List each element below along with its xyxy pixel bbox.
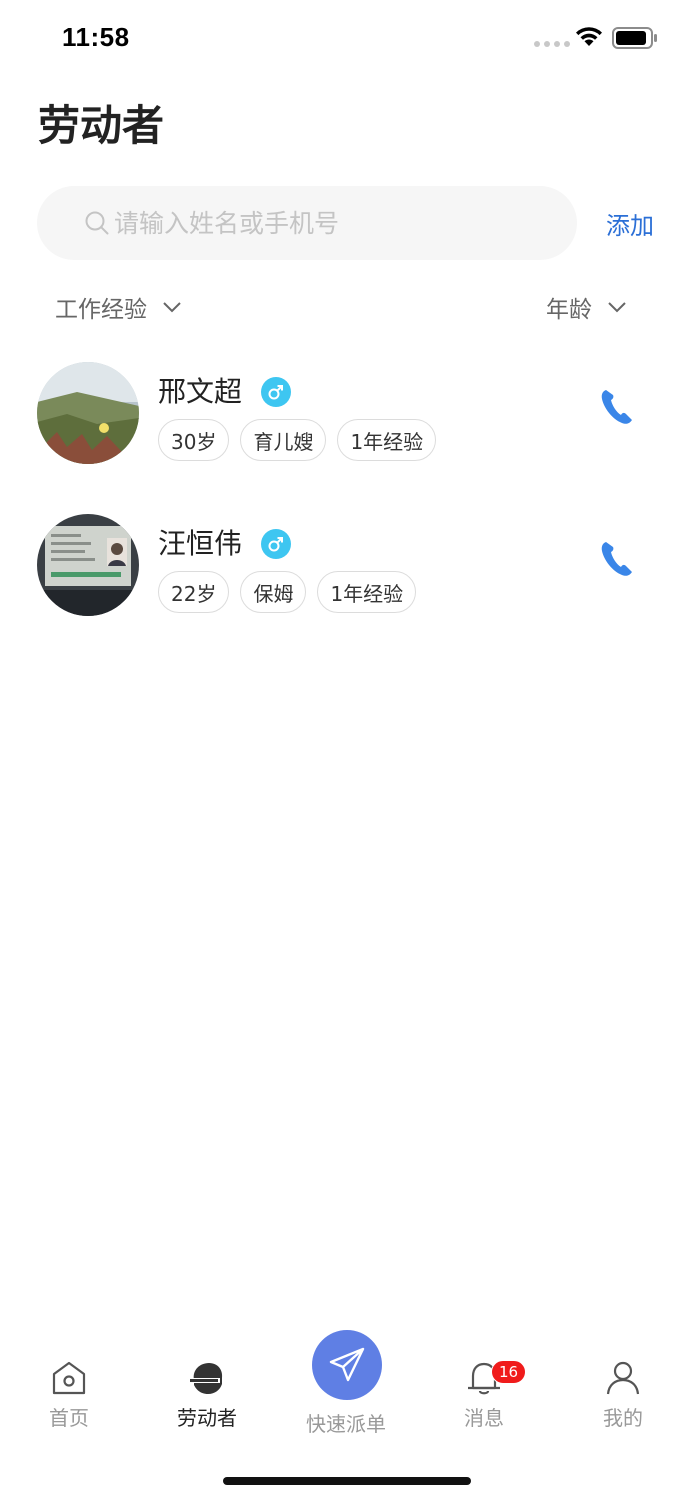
- tab-dispatch-label[interactable]: 快速派单: [296, 1408, 396, 1437]
- age-tag: 22岁: [158, 571, 230, 613]
- worker-icon: [190, 1363, 223, 1394]
- tab-messages-label: 消息: [464, 1406, 504, 1430]
- job-tag: 育儿嫂: [240, 419, 327, 461]
- chevron-down-icon: [163, 301, 181, 312]
- tab-home-label: 首页: [49, 1406, 89, 1430]
- worker-tags: 30岁 育儿嫂 1年经验: [158, 419, 437, 461]
- male-icon: [261, 529, 291, 559]
- list-item[interactable]: 汪恒伟 22岁 保姆 1年经验: [0, 510, 693, 620]
- avatar: [37, 514, 139, 616]
- tab-home[interactable]: 首页: [19, 1360, 119, 1431]
- male-icon: [261, 377, 291, 407]
- worker-tags: 22岁 保姆 1年经验: [158, 571, 417, 613]
- filter-experience[interactable]: 工作经验: [55, 290, 181, 324]
- phone-icon[interactable]: [600, 388, 634, 426]
- filter-age-label: 年龄: [546, 297, 592, 323]
- tab-profile-label: 我的: [603, 1406, 643, 1430]
- tab-profile[interactable]: 我的: [573, 1360, 673, 1431]
- send-button[interactable]: [312, 1330, 382, 1400]
- search-icon: [85, 211, 109, 235]
- experience-tag: 1年经验: [317, 571, 417, 613]
- chevron-down-icon: [608, 301, 626, 312]
- status-bar: 11:58: [0, 0, 693, 80]
- home-indicator: [223, 1477, 471, 1485]
- job-tag: 保姆: [240, 571, 307, 613]
- home-icon: [52, 1361, 86, 1395]
- status-time: 11:58: [62, 22, 130, 52]
- battery-icon: [612, 27, 657, 49]
- worker-name: 汪恒伟: [158, 527, 243, 560]
- wifi-icon: [576, 27, 602, 46]
- worker-name: 邢文超: [158, 375, 243, 408]
- avatar: [37, 362, 139, 464]
- filter-age[interactable]: 年龄: [546, 290, 626, 324]
- page-title: 劳动者: [38, 101, 165, 150]
- profile-icon: [606, 1361, 640, 1395]
- tab-bar: 首页 劳动者 快速派单 消息 16 我的: [0, 1330, 693, 1500]
- message-count-badge: 16: [491, 1360, 527, 1384]
- signal-icon: [534, 41, 570, 47]
- tab-worker-label: 劳动者: [177, 1406, 237, 1430]
- age-tag: 30岁: [158, 419, 230, 461]
- phone-icon[interactable]: [600, 540, 634, 578]
- tab-worker[interactable]: 劳动者: [157, 1360, 257, 1431]
- search-input[interactable]: [114, 200, 554, 246]
- filter-experience-label: 工作经验: [55, 297, 147, 323]
- list-item[interactable]: 邢文超 30岁 育儿嫂 1年经验: [0, 358, 693, 468]
- send-icon: [329, 1347, 365, 1382]
- experience-tag: 1年经验: [337, 419, 437, 461]
- add-button[interactable]: 添加: [606, 206, 654, 241]
